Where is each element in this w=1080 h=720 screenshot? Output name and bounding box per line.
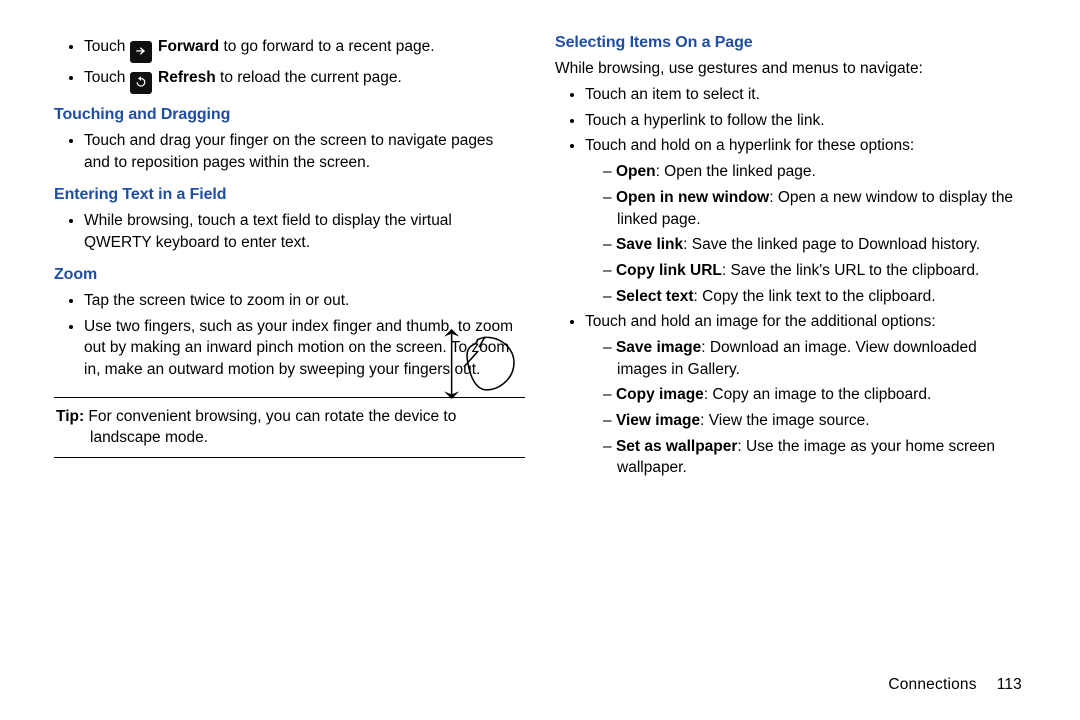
link-options-list: Open: Open the linked page. Open in new …	[585, 161, 1022, 307]
bold-label: Set as wallpaper	[616, 438, 737, 455]
heading-zoom: Zoom	[54, 264, 525, 286]
lead-text: While browsing, use gestures and menus t…	[555, 58, 1026, 80]
heading-touching-dragging: Touching and Dragging	[54, 104, 525, 126]
text: Touch and hold on a hyperlink for these …	[585, 137, 914, 154]
tip-label: Tip:	[56, 408, 84, 425]
bold-label: Forward	[158, 38, 219, 55]
text: Touch and hold an image for the addition…	[585, 313, 936, 330]
list-item: Open in new window: Open a new window to…	[617, 187, 1022, 230]
heading-entering-text: Entering Text in a Field	[54, 184, 525, 206]
text: to go forward to a recent page.	[219, 38, 434, 55]
bold-label: Save image	[616, 339, 701, 356]
enter-text-list: While browsing, touch a text field to di…	[54, 210, 525, 253]
list-item: Touch and hold on a hyperlink for these …	[585, 135, 1026, 307]
list-item: Copy link URL: Save the link's URL to th…	[617, 260, 1022, 282]
text: : Open the linked page.	[656, 163, 816, 180]
pinch-gesture-icon	[433, 326, 525, 402]
heading-selecting-items: Selecting Items On a Page	[555, 32, 1026, 54]
zoom-list: Tap the screen twice to zoom in or out. …	[54, 290, 525, 381]
list-item: Copy image: Copy an image to the clipboa…	[617, 384, 1022, 406]
bold-label: Select text	[616, 288, 694, 305]
list-item: Touch and drag your finger on the screen…	[84, 130, 525, 173]
list-item: Tap the screen twice to zoom in or out.	[84, 290, 525, 312]
footer-page-number: 113	[997, 676, 1022, 693]
left-column: Touch Forward to go forward to a recent …	[28, 32, 527, 662]
manual-page: Touch Forward to go forward to a recent …	[0, 0, 1080, 720]
bold-label: View image	[616, 412, 700, 429]
refresh-icon	[130, 72, 152, 94]
list-item: Open: Open the linked page.	[617, 161, 1022, 183]
image-options-list: Save image: Download an image. View down…	[585, 337, 1022, 479]
right-column: Selecting Items On a Page While browsing…	[553, 32, 1052, 662]
nav-tips-list: Touch Forward to go forward to a recent …	[54, 36, 525, 94]
list-item: Touch and hold an image for the addition…	[585, 311, 1026, 479]
list-item: Touch an item to select it.	[585, 84, 1026, 106]
bold-label: Copy image	[616, 386, 704, 403]
list-item: Save image: Download an image. View down…	[617, 337, 1022, 380]
touch-drag-list: Touch and drag your finger on the screen…	[54, 130, 525, 173]
text: : Save the link's URL to the clipboard.	[722, 262, 979, 279]
text: : Save the linked page to Download histo…	[683, 236, 980, 253]
tip-callout: Tip: For convenient browsing, you can ro…	[54, 397, 525, 458]
text: Touch	[84, 38, 125, 55]
list-item: View image: View the image source.	[617, 410, 1022, 432]
bold-label: Copy link URL	[616, 262, 722, 279]
list-item: Touch Forward to go forward to a recent …	[84, 36, 525, 63]
bold-label: Open in new window	[616, 189, 769, 206]
selecting-list: Touch an item to select it. Touch a hype…	[555, 84, 1026, 479]
list-item: Use two fingers, such as your index fing…	[84, 316, 525, 381]
bold-label: Save link	[616, 236, 683, 253]
list-item: Touch Refresh to reload the current page…	[84, 67, 525, 94]
bold-label: Open	[616, 163, 656, 180]
list-item: Save link: Save the linked page to Downl…	[617, 234, 1022, 256]
list-item: While browsing, touch a text field to di…	[84, 210, 525, 253]
text: : Copy an image to the clipboard.	[704, 386, 931, 403]
page-footer: Connections 113	[888, 674, 1022, 696]
footer-section: Connections	[888, 676, 976, 693]
list-item: Set as wallpaper: Use the image as your …	[617, 436, 1022, 479]
list-item: Touch a hyperlink to follow the link.	[585, 110, 1026, 132]
text: : View the image source.	[700, 412, 869, 429]
text: : Copy the link text to the clipboard.	[693, 288, 935, 305]
text: Touch	[84, 69, 125, 86]
two-column-layout: Touch Forward to go forward to a recent …	[28, 32, 1052, 662]
tip-text-cont: landscape mode.	[90, 427, 523, 449]
bold-label: Refresh	[158, 69, 216, 86]
text: to reload the current page.	[216, 69, 402, 86]
list-item: Select text: Copy the link text to the c…	[617, 286, 1022, 308]
tip-text: For convenient browsing, you can rotate …	[84, 408, 456, 425]
forward-icon	[130, 41, 152, 63]
